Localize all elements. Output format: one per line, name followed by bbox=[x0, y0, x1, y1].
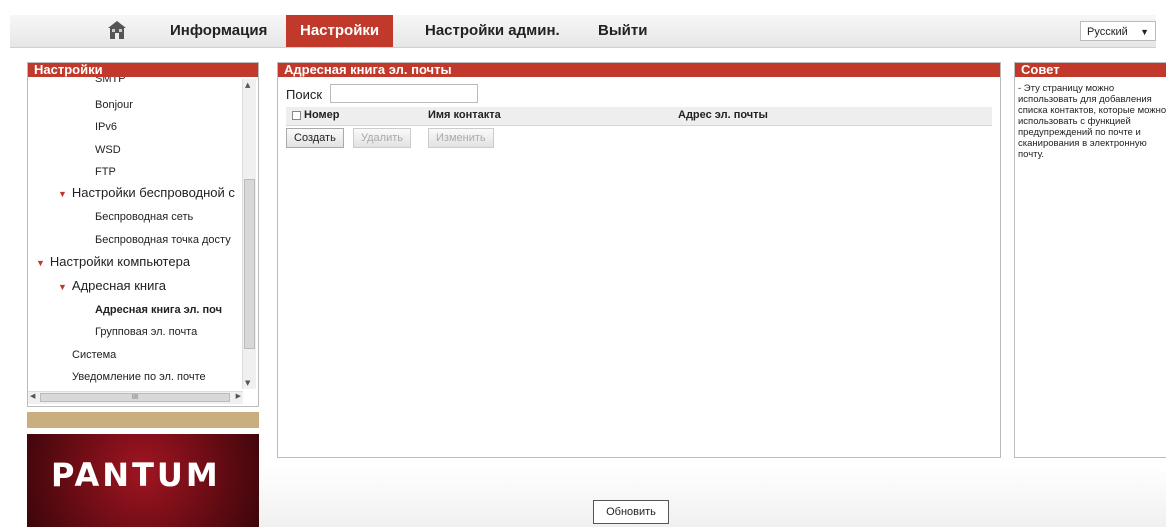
expand-triangle-icon: ▼ bbox=[58, 189, 67, 199]
address-book-panel: Адресная книга эл. почты Поиск Номер Имя… bbox=[277, 62, 1001, 458]
tree-item-wireless-access-point[interactable]: Беспроводная точка досту bbox=[95, 234, 231, 246]
tree-item-email-notification[interactable]: Уведомление по эл. почте bbox=[72, 371, 206, 383]
pantum-logo: PANTUM bbox=[51, 456, 221, 494]
tip-text: - Эту страницу можно использовать для до… bbox=[1018, 83, 1166, 160]
column-number[interactable]: Номер bbox=[304, 109, 340, 121]
nav-settings[interactable]: Настройки bbox=[286, 15, 394, 47]
tree-item-wireless-network[interactable]: Беспроводная сеть bbox=[95, 211, 193, 223]
tree-item-group-email[interactable]: Групповая эл. почта bbox=[95, 326, 197, 338]
nav-admin-settings[interactable]: Настройки админ. bbox=[425, 15, 560, 47]
column-email-address[interactable]: Адрес эл. почты bbox=[678, 109, 768, 121]
select-all-checkbox[interactable] bbox=[292, 111, 301, 120]
language-value: Русский bbox=[1087, 26, 1128, 38]
chevron-down-icon: ▼ bbox=[1140, 27, 1149, 37]
sidebar-title: Настройки bbox=[28, 63, 258, 77]
settings-tree: SMTP Bonjour IPv6 WSD FTP ▼ Настройки бес… bbox=[28, 77, 243, 392]
home-icon[interactable] bbox=[106, 19, 128, 41]
tree-item-email-address-book[interactable]: Адресная книга эл. поч bbox=[95, 304, 222, 316]
refresh-button[interactable]: Обновить bbox=[593, 500, 669, 524]
expand-triangle-icon: ▼ bbox=[36, 258, 45, 268]
search-label: Поиск bbox=[286, 87, 323, 102]
tree-item-wireless-settings[interactable]: ▼ Настройки беспроводной с bbox=[58, 185, 235, 200]
contacts-table-header: Номер Имя контакта Адрес эл. почты bbox=[286, 107, 992, 126]
tree-item-smtp[interactable]: SMTP bbox=[95, 77, 126, 85]
tree-item-system[interactable]: Система bbox=[72, 349, 116, 361]
top-nav-bar: Информация Настройки Настройки админ. Вы… bbox=[10, 15, 1156, 48]
tip-title: Совет bbox=[1015, 63, 1166, 77]
scroll-thumb[interactable]: III bbox=[40, 393, 230, 402]
tree-item-address-book[interactable]: ▼ Адресная книга bbox=[58, 278, 166, 293]
tree-item-bonjour[interactable]: Bonjour bbox=[95, 99, 133, 111]
nav-logout[interactable]: Выйти bbox=[598, 15, 647, 47]
create-button[interactable]: Создать bbox=[286, 128, 344, 148]
expand-triangle-icon: ▼ bbox=[58, 282, 67, 292]
scroll-thumb[interactable] bbox=[244, 179, 255, 349]
tree-label: Настройки беспроводной с bbox=[71, 185, 235, 200]
scroll-grip: III bbox=[131, 393, 139, 401]
tree-label: Настройки компьютера bbox=[49, 254, 191, 269]
tree-item-wsd[interactable]: WSD bbox=[95, 144, 121, 156]
delete-button[interactable]: Удалить bbox=[353, 128, 411, 148]
scroll-down-icon[interactable]: ▼ bbox=[245, 379, 250, 387]
nav-information[interactable]: Информация bbox=[170, 15, 267, 47]
tip-panel: Совет - Эту страницу можно использовать … bbox=[1014, 62, 1166, 458]
tree-item-computer-settings[interactable]: ▼ Настройки компьютера bbox=[36, 254, 190, 269]
tree-label: Адресная книга bbox=[71, 278, 167, 293]
tree-item-ftp[interactable]: FTP bbox=[95, 166, 116, 178]
edit-button[interactable]: Изменить bbox=[428, 128, 494, 148]
search-input[interactable] bbox=[330, 84, 478, 103]
scroll-up-icon[interactable]: ▲ bbox=[245, 81, 250, 89]
language-select[interactable]: Русский ▼ bbox=[1080, 21, 1156, 41]
tree-vertical-scrollbar[interactable]: ▲ ▼ bbox=[242, 79, 256, 389]
tree-horizontal-scrollbar[interactable]: ◀ III ▶ bbox=[28, 391, 243, 404]
tree-item-ipv6[interactable]: IPv6 bbox=[95, 121, 117, 133]
address-book-title: Адресная книга эл. почты bbox=[278, 63, 1000, 77]
settings-sidebar: Настройки SMTP Bonjour IPv6 WSD FTP ▼ Нас… bbox=[27, 62, 259, 407]
column-contact-name[interactable]: Имя контакта bbox=[428, 109, 501, 121]
scroll-right-icon[interactable]: ▶ bbox=[236, 392, 241, 400]
scroll-left-icon[interactable]: ◀ bbox=[30, 392, 35, 400]
footer-band bbox=[259, 466, 1166, 527]
brand-logo-panel: PANTUM bbox=[27, 434, 259, 527]
sidebar-divider bbox=[27, 412, 259, 428]
